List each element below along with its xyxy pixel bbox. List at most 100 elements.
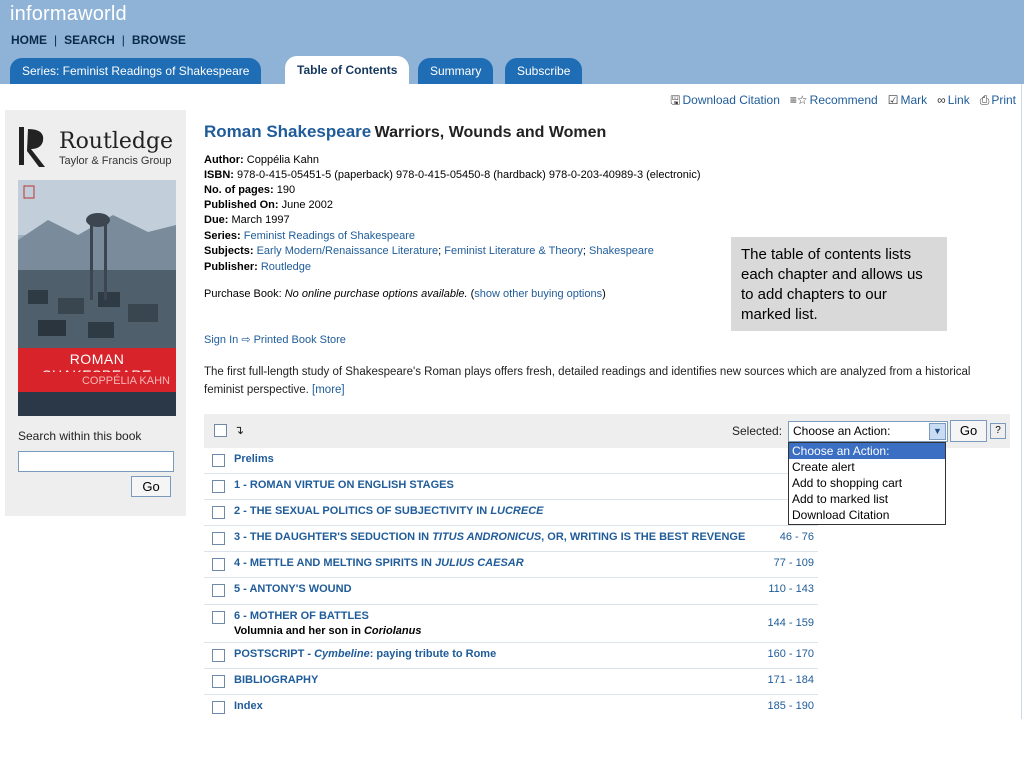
chapter-title[interactable]: 4 - METTLE AND MELTING SPIRITS IN JULIUS…	[234, 557, 524, 569]
more-link[interactable]: [more]	[312, 384, 345, 396]
action-go-button[interactable]: Go	[950, 420, 987, 442]
isbn-value: 978-0-415-05451-5 (paperback) 978-0-415-…	[237, 169, 701, 181]
chapter-title-part: POSTSCRIPT -	[234, 648, 315, 660]
help-button[interactable]: ?	[990, 423, 1006, 439]
isbn-label: ISBN:	[204, 169, 234, 181]
chapter-title-italic: JULIUS CAESAR	[435, 557, 524, 569]
chapter-pages[interactable]: 160 - 170	[768, 648, 814, 660]
annotation-callout: The table of contents lists each chapter…	[731, 237, 947, 331]
chapter-title[interactable]: 5 - ANTONY'S WOUND	[234, 583, 352, 595]
search-within-label: Search within this book	[18, 429, 142, 443]
option-add-shopping-cart[interactable]: Add to shopping cart	[789, 475, 945, 491]
chapter-checkbox[interactable]	[212, 701, 225, 714]
nav-home[interactable]: HOME	[11, 33, 47, 47]
purchase-note: No online purchase options available.	[284, 288, 468, 300]
selected-label: Selected:	[732, 424, 783, 438]
recommend-button[interactable]: ≡☆ Recommend	[790, 93, 878, 107]
chapter-pages[interactable]: 77 - 109	[774, 557, 814, 569]
publisher-subtitle: Taylor & Francis Group	[59, 155, 172, 167]
chapter-title-part: , OR, WRITING IS THE BEST REVENGE	[541, 531, 746, 543]
subjects-label: Subjects:	[204, 245, 254, 257]
site-header: informaworld HOME | SEARCH | BROWSE Series: …	[0, 0, 1024, 84]
download-citation-label: Download Citation	[682, 93, 780, 107]
chapter-checkbox[interactable]	[212, 584, 225, 597]
chapter-title[interactable]: POSTSCRIPT - Cymbeline: paying tribute t…	[234, 648, 496, 660]
signin-line: Sign In ⇨ Printed Book Store	[204, 333, 346, 346]
toc-row: BIBLIOGRAPHY 171 - 184	[204, 669, 818, 695]
chapter-title[interactable]: 2 - THE SEXUAL POLITICS OF SUBJECTIVITY …	[234, 505, 543, 517]
chevron-down-icon[interactable]: ▼	[929, 423, 946, 440]
chapter-title[interactable]: 1 - ROMAN VIRTUE ON ENGLISH STAGES	[234, 479, 454, 491]
chapter-title[interactable]: 6 - MOTHER OF BATTLES	[234, 610, 369, 622]
tab-subscribe[interactable]: Subscribe	[505, 58, 583, 84]
subject-link-early-modern[interactable]: Early Modern/Renaissance Literature	[257, 245, 439, 257]
chapter-checkbox[interactable]	[212, 480, 225, 493]
toc-row: 2 - THE SEXUAL POLITICS OF SUBJECTIVITY …	[204, 500, 818, 526]
link-button[interactable]: ∞ Link	[937, 93, 970, 107]
pages-label: No. of pages:	[204, 184, 274, 196]
action-dropdown-list: Choose an Action: Create alert Add to sh…	[788, 442, 946, 525]
tab-table-of-contents[interactable]: Table of Contents	[285, 56, 410, 84]
chapter-title-italic: Cymbeline	[314, 648, 370, 660]
download-citation-button[interactable]: 🖫 Download Citation	[670, 93, 780, 107]
tab-series[interactable]: Series: Feminist Readings of Shakespeare	[10, 58, 262, 84]
chapter-checkbox[interactable]	[212, 454, 225, 467]
tab-bar: Series: Feminist Readings of Shakespeare…	[0, 56, 1024, 84]
tab-summary[interactable]: Summary	[418, 58, 494, 84]
option-choose-action[interactable]: Choose an Action:	[789, 443, 945, 459]
chapter-title[interactable]: 3 - THE DAUGHTER'S SEDUCTION IN TITUS AN…	[234, 531, 745, 543]
search-go-button[interactable]: Go	[131, 476, 171, 497]
print-button[interactable]: ⎙ Print	[980, 93, 1016, 107]
search-within-input[interactable]	[18, 451, 174, 472]
chapter-subtitle-italic: Coriolanus	[363, 625, 422, 637]
printed-store-link[interactable]: Printed Book Store	[254, 334, 346, 346]
chapter-checkbox[interactable]	[212, 558, 225, 571]
subject-link-feminist[interactable]: Feminist Literature & Theory	[444, 245, 583, 257]
nav-browse[interactable]: BROWSE	[132, 33, 186, 47]
due-line: Due: March 1997	[204, 214, 290, 226]
series-line: Series: Feminist Readings of Shakespeare	[204, 230, 415, 242]
publisher-logo: Routledge Taylor & Francis Group	[19, 125, 179, 170]
toc-row: 6 - MOTHER OF BATTLES Volumnia and her s…	[204, 605, 818, 643]
site-brand[interactable]: informaworld	[10, 3, 127, 26]
select-all-checkbox[interactable]	[214, 424, 227, 437]
cover-author: COPPÉLIA KAHN	[18, 372, 176, 392]
chapter-pages[interactable]: 185 - 190	[768, 700, 814, 712]
chapter-checkbox[interactable]	[212, 649, 225, 662]
book-subtitle: Warriors, Wounds and Women	[374, 124, 607, 141]
checkbox-icon: ☑	[887, 93, 899, 107]
pages-line: No. of pages: 190	[204, 184, 295, 196]
chapter-pages[interactable]: 144 - 159	[768, 617, 814, 629]
chapter-pages[interactable]: 46 - 76	[780, 531, 814, 543]
nav-search[interactable]: SEARCH	[64, 33, 115, 47]
subject-link-shakespeare[interactable]: Shakespeare	[589, 245, 654, 257]
option-create-alert[interactable]: Create alert	[789, 459, 945, 475]
series-link[interactable]: Feminist Readings of Shakespeare	[244, 230, 415, 242]
book-description: The first full-length study of Shakespea…	[204, 363, 1009, 399]
chapter-pages[interactable]: 110 - 143	[768, 583, 814, 595]
action-select[interactable]: Choose an Action: ▼	[788, 421, 948, 442]
buying-options-link[interactable]: show other buying options	[474, 288, 602, 300]
signin-link[interactable]: Sign In	[204, 334, 238, 346]
author-line: Author: Coppélia Kahn	[204, 154, 319, 166]
option-add-marked-list[interactable]: Add to marked list	[789, 491, 945, 507]
due-value: March 1997	[231, 214, 290, 226]
chapter-checkbox[interactable]	[212, 506, 225, 519]
recommend-icon: ≡☆	[789, 93, 808, 107]
chapter-checkbox[interactable]	[212, 611, 225, 624]
top-nav: HOME | SEARCH | BROWSE	[11, 33, 186, 47]
mark-button[interactable]: ☑ Mark	[888, 93, 927, 107]
chapter-title[interactable]: BIBLIOGRAPHY	[234, 674, 318, 686]
chapter-checkbox[interactable]	[212, 532, 225, 545]
option-download-citation[interactable]: Download Citation	[789, 507, 945, 523]
cover-photo	[18, 180, 176, 348]
publisher-name: Routledge	[59, 129, 174, 154]
chapter-checkbox[interactable]	[212, 675, 225, 688]
publisher-link[interactable]: Routledge	[261, 261, 311, 273]
toc-row: 4 - METTLE AND MELTING SPIRITS IN JULIUS…	[204, 552, 818, 578]
chapter-title[interactable]: Prelims	[234, 453, 274, 465]
chapter-title[interactable]: Index	[234, 700, 263, 712]
purchase-line: Purchase Book: No online purchase option…	[204, 288, 606, 300]
chapter-pages[interactable]: 171 - 184	[768, 674, 814, 686]
book-title: Roman Shakespeare	[204, 122, 372, 141]
